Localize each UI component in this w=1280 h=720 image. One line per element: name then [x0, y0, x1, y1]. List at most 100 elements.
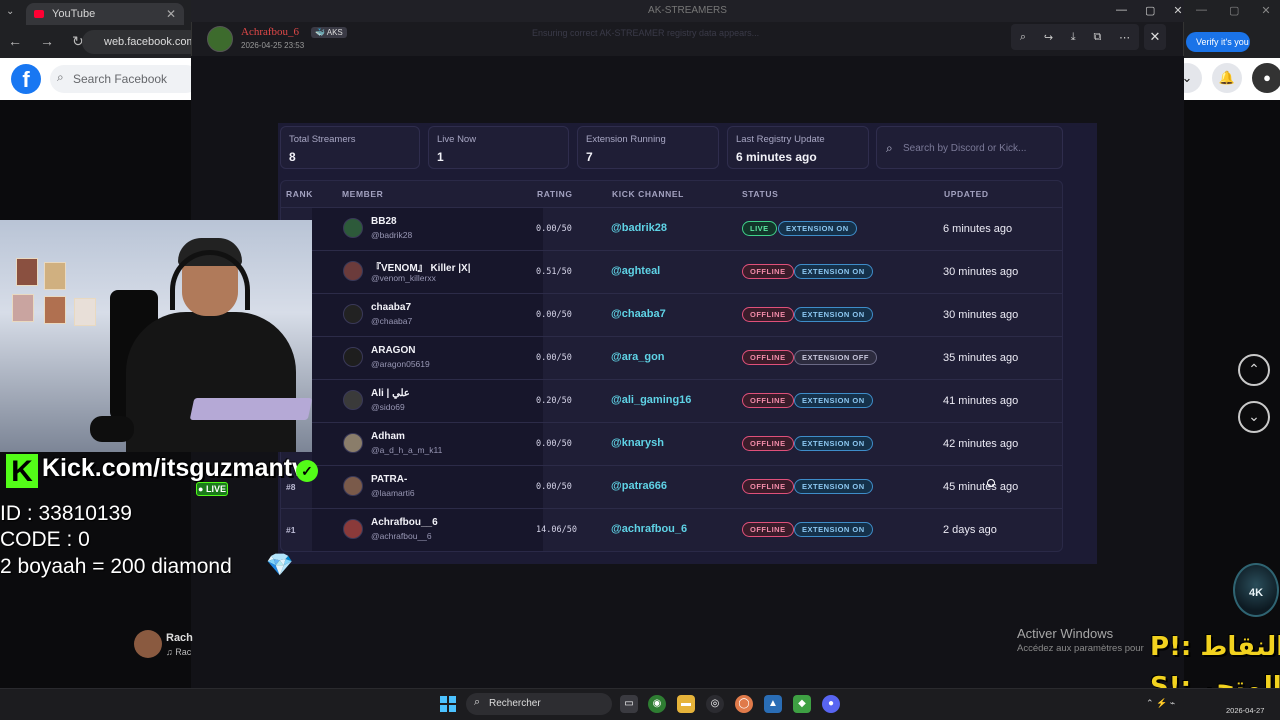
scroll-up-icon[interactable]: ⌃ [1238, 354, 1270, 386]
chrome-icon[interactable]: ◉ [648, 695, 666, 713]
viewer-title-bar: AK-STREAMERS [191, 0, 1184, 22]
youtube-icon [34, 10, 44, 18]
search-icon: ⌕ [57, 70, 64, 84]
close-icon[interactable]: ✕ [1173, 4, 1182, 17]
close-icon[interactable]: ✕ [1261, 4, 1270, 17]
tab-close-icon[interactable]: ✕ [166, 7, 176, 21]
verify-button[interactable]: Verify it's you [1186, 32, 1250, 52]
wall-poster [12, 294, 34, 322]
kick-channel-link[interactable]: @aghteal [611, 265, 660, 277]
member-handle: @sido69 [371, 402, 405, 412]
back-icon[interactable]: ← [8, 33, 22, 50]
profile-avatar[interactable]: ● [1252, 63, 1280, 93]
table-row[interactable]: #8 PATRA- @laamarti6 0.00/50 @patra666 OFFLIN… [281, 465, 1062, 508]
task-view-icon[interactable]: ▭ [620, 695, 638, 713]
browser-nav: ← → ↻ [8, 33, 84, 50]
forward-icon[interactable]: → [40, 33, 54, 50]
author-avatar[interactable] [207, 26, 233, 52]
taskbar-search[interactable]: ⌕ Rechercher [466, 693, 612, 715]
table-row[interactable]: Ali | علي @sido69 0.20/50 @ali_gaming16 OFFL… [281, 379, 1062, 422]
extension-badge: EXTENSION ON [794, 479, 873, 494]
table-row[interactable]: chaaba7 @chaaba7 0.00/50 @chaaba7 OFFLINE EXT… [281, 293, 1062, 336]
facebook-search-input[interactable]: ⌕ Search Facebook [50, 65, 200, 93]
viewer-close-button[interactable]: ✕ [1144, 24, 1166, 50]
tab-title: YouTube [52, 8, 96, 20]
avatar[interactable] [343, 433, 363, 453]
music-profile-card: Rach ♫ Rac [134, 630, 194, 662]
avatar[interactable] [343, 347, 363, 367]
author-name[interactable]: Achrafbou_6 [241, 26, 299, 38]
taskbar-search-label: Rechercher [489, 698, 541, 709]
avatar[interactable] [343, 218, 363, 238]
photos-icon[interactable]: ▲ [764, 695, 782, 713]
android-icon[interactable]: ◆ [793, 695, 811, 713]
facebook-search-placeholder: Search Facebook [73, 72, 168, 86]
url-bar[interactable]: web.facebook.com/re [82, 30, 209, 54]
table-row[interactable]: Adham @a_d_h_a_m_k11 0.00/50 @knarysh OFFLIN… [281, 422, 1062, 465]
wall-poster [74, 298, 96, 326]
stat-label: Last Registry Update [736, 134, 825, 145]
stat-value: 1 [437, 150, 444, 164]
kick-channel-link[interactable]: @chaaba7 [611, 308, 666, 320]
obs-icon[interactable]: ◎ [706, 695, 724, 713]
table-row[interactable]: #1 Achrafbou__6 @achrafbou__6 14.06/50 @achr… [281, 508, 1062, 551]
maximize-icon[interactable]: ▢ [1145, 4, 1155, 17]
member-name: Achrafbou__6 [371, 517, 438, 528]
tab-list-icon[interactable]: ⌄ [6, 6, 20, 20]
minimize-icon[interactable]: — [1196, 4, 1207, 17]
discord-icon[interactable]: ● [822, 695, 840, 713]
browser-tab-youtube[interactable]: YouTube ✕ [26, 3, 184, 25]
stat-label: Live Now [437, 134, 477, 145]
share-icon[interactable]: ↪ [1044, 31, 1053, 44]
kick-channel-link[interactable]: @badrik28 [611, 222, 667, 234]
maximize-icon[interactable]: ▢ [1229, 4, 1239, 17]
taskbar [0, 688, 1280, 720]
avatar[interactable] [343, 304, 363, 324]
avatar[interactable] [343, 476, 363, 496]
open-external-icon[interactable]: ⧉ [1093, 31, 1101, 44]
system-tray[interactable]: ⌃ ⚡ ⌁ [1146, 698, 1175, 709]
kick-logo-icon: K [6, 454, 38, 488]
extension-badge: EXTENSION ON [794, 436, 873, 451]
minimize-icon[interactable]: — [1116, 4, 1127, 17]
column-header-rating: RATING [537, 189, 573, 199]
member-handle: @venom_killerxx [371, 273, 436, 283]
kick-channel-link[interactable]: @knarysh [611, 437, 664, 449]
facebook-logo-icon[interactable]: f [11, 64, 41, 94]
keyboard [189, 398, 312, 420]
kick-channel-link[interactable]: @ali_gaming16 [611, 394, 691, 406]
avatar[interactable] [343, 390, 363, 410]
stat-card-total: Total Streamers 8 [280, 126, 420, 169]
avatar[interactable] [343, 261, 363, 281]
member-handle: @aragon05619 [371, 359, 430, 369]
scroll-down-icon[interactable]: ⌄ [1238, 401, 1270, 433]
more-icon[interactable]: ⋯ [1119, 31, 1130, 44]
search-icon: ⌕ [886, 141, 893, 155]
avatar[interactable] [343, 519, 363, 539]
kick-channel-url: Kick.com/itsguzmantv [42, 454, 306, 482]
extension-badge: EXTENSION ON [778, 221, 857, 236]
rating-cell: 0.00/50 [536, 310, 572, 320]
windows-start-icon[interactable] [440, 696, 456, 712]
status-badge: OFFLINE [742, 522, 794, 537]
table-row[interactable]: 『VENOM』 Killer |X| @venom_killerxx 0.51/50… [281, 250, 1062, 293]
notifications-bell-icon[interactable]: 🔔 [1212, 63, 1242, 93]
author-tag-badge: 🐳 AKS [311, 27, 347, 38]
file-explorer-icon[interactable]: ▬ [677, 695, 695, 713]
rating-cell: 0.00/50 [536, 224, 572, 234]
kick-channel-link[interactable]: @achrafbou_6 [611, 523, 687, 535]
table-row[interactable]: ARAGON @aragon05619 0.00/50 @ara_gon OFFLINE… [281, 336, 1062, 379]
download-icon[interactable]: ⤓ [1071, 31, 1076, 44]
avatar [134, 630, 162, 658]
app-icon-orange[interactable]: ◯ [735, 695, 753, 713]
kick-channel-link[interactable]: @ara_gon [611, 351, 665, 363]
activate-windows-title: Activer Windows [1017, 626, 1114, 641]
member-name: ARAGON [371, 345, 416, 356]
updated-cell: 45 minutes ago [943, 481, 1019, 493]
rating-cell: 14.06/50 [536, 525, 577, 535]
zoom-icon[interactable]: ⌕ [1020, 31, 1026, 44]
kick-channel-link[interactable]: @patra666 [611, 480, 667, 492]
search-icon: ⌕ [474, 696, 481, 708]
table-row[interactable]: BB28 @badrik28 0.00/50 @badrik28 LIVE EXTENSI… [281, 207, 1062, 250]
registry-search-input[interactable]: ⌕ Search by Discord or Kick... [876, 126, 1063, 169]
